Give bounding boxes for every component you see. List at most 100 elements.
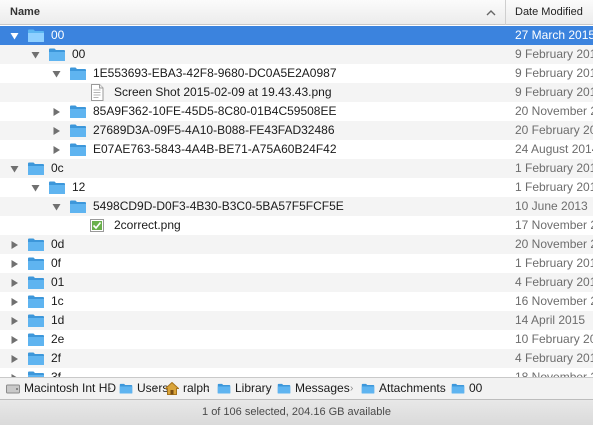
- disclosure-expanded-icon[interactable]: [10, 165, 19, 173]
- file-row[interactable]: Screen Shot 2015-02-09 at 19.43.43.png 9 …: [0, 83, 593, 102]
- date-modified: 24 August 2014: [515, 142, 593, 156]
- disclosure-collapsed-icon[interactable]: [10, 279, 19, 287]
- folder-icon: [28, 314, 44, 327]
- path-crumb[interactable]: Attachments: [379, 378, 446, 399]
- file-name: 0f: [51, 256, 62, 270]
- folder-icon: [28, 257, 44, 270]
- folder-icon: [70, 67, 86, 80]
- folder-row[interactable]: 00 27 March 2015: [0, 26, 593, 45]
- disclosure-collapsed-icon[interactable]: [10, 355, 19, 363]
- folder-row[interactable]: 85A9F362-10FE-45D5-8C80-01B4C59508EE 20 N…: [0, 102, 593, 121]
- hard-drive-icon: [6, 384, 20, 394]
- path-crumb[interactable]: 00: [469, 378, 482, 399]
- date-modified: 17 November 2014: [515, 218, 593, 232]
- file-name: 12: [72, 180, 86, 194]
- file-name: 00: [51, 28, 65, 42]
- disclosure-collapsed-icon[interactable]: [10, 317, 19, 325]
- folder-icon: [28, 295, 44, 308]
- disclosure-expanded-icon[interactable]: [31, 51, 40, 59]
- status-text: 1 of 106 selected, 204.16 GB available: [202, 406, 391, 418]
- disclosure-collapsed-icon[interactable]: [10, 260, 19, 268]
- folder-row[interactable]: 1d 14 April 2015: [0, 311, 593, 330]
- folder-icon: [28, 238, 44, 251]
- file-list: 0027 March 2015009 February 20151E553693…: [0, 26, 593, 381]
- folder-icon: [451, 383, 465, 394]
- folder-row[interactable]: 27689D3A-09F5-4A10-B088-FE43FAD32486 20 F…: [0, 121, 593, 140]
- sort-chevron-icon[interactable]: [486, 9, 496, 17]
- folder-row[interactable]: 0c 1 February 2015: [0, 159, 593, 178]
- path-separator-icon: ›: [154, 383, 158, 394]
- disclosure-expanded-icon[interactable]: [52, 203, 61, 211]
- date-modified: 9 February 2015: [515, 47, 593, 61]
- folder-row[interactable]: 12 1 February 2015: [0, 178, 593, 197]
- disclosure-collapsed-icon[interactable]: [10, 241, 19, 249]
- file-name: 1c: [51, 294, 64, 308]
- folder-row[interactable]: 0d 20 November 2014: [0, 235, 593, 254]
- path-crumb[interactable]: Users: [137, 378, 168, 399]
- folder-row[interactable]: 1E553693-EBA3-42F8-9680-DC0A5E2A0987 9 Fe…: [0, 64, 593, 83]
- date-modified-column-header[interactable]: Date Modified: [505, 0, 593, 25]
- disclosure-collapsed-icon[interactable]: [10, 298, 19, 306]
- file-name: 1d: [51, 313, 65, 327]
- disclosure-expanded-icon[interactable]: [10, 32, 19, 40]
- path-separator-icon: ›: [350, 383, 354, 394]
- date-modified: 4 February 2015: [515, 275, 593, 289]
- file-name: E07AE763-5843-4A4B-BE71-A75A60B24F42: [93, 142, 337, 156]
- date-modified: 9 February 2015: [515, 66, 593, 80]
- folder-icon: [49, 48, 65, 61]
- path-separator-icon: ›: [440, 383, 444, 394]
- folder-icon: [119, 383, 133, 394]
- file-name: 2e: [51, 332, 65, 346]
- file-name: 0d: [51, 237, 65, 251]
- home-icon: [165, 382, 179, 395]
- folder-icon: [277, 383, 291, 394]
- path-separator-icon: ›: [266, 383, 270, 394]
- folder-icon: [70, 143, 86, 156]
- folder-icon: [28, 162, 44, 175]
- folder-row[interactable]: 0f 1 February 2015: [0, 254, 593, 273]
- folder-icon: [361, 383, 375, 394]
- file-name: 0c: [51, 161, 64, 175]
- file-name: 2f: [51, 351, 62, 365]
- folder-icon: [70, 124, 86, 137]
- file-name: 27689D3A-09F5-4A10-B088-FE43FAD32486: [93, 123, 335, 137]
- date-modified: 4 February 2015: [515, 351, 593, 365]
- folder-row[interactable]: 5498CD9D-D0F3-4B30-B3C0-5BA57F5FCF5E 10 J…: [0, 197, 593, 216]
- disclosure-collapsed-icon[interactable]: [52, 127, 61, 135]
- folder-row[interactable]: E07AE763-5843-4A4B-BE71-A75A60B24F42 24 A…: [0, 140, 593, 159]
- folder-row[interactable]: 01 4 February 2015: [0, 273, 593, 292]
- file-name: 00: [72, 47, 86, 61]
- file-row[interactable]: 2correct.png 17 November 2014: [0, 216, 593, 235]
- date-modified: 14 April 2015: [515, 313, 586, 327]
- disclosure-collapsed-icon[interactable]: [52, 146, 61, 154]
- image-file-icon: [90, 219, 104, 232]
- folder-row[interactable]: 1c 16 November 2014: [0, 292, 593, 311]
- date-modified: 20 February 2015: [515, 123, 593, 137]
- folder-icon: [70, 105, 86, 118]
- path-crumb[interactable]: Macintosh Int HD: [24, 378, 116, 399]
- date-modified: 1 February 2015: [515, 180, 593, 194]
- file-name: 85A9F362-10FE-45D5-8C80-01B4C59508EE: [93, 104, 337, 118]
- date-modified: 9 February 2015: [515, 85, 593, 99]
- file-name: 1E553693-EBA3-42F8-9680-DC0A5E2A0987: [93, 66, 337, 80]
- folder-icon: [28, 29, 44, 42]
- folder-row[interactable]: 2f 4 February 2015: [0, 349, 593, 368]
- file-name: 2correct.png: [114, 218, 181, 232]
- file-name: 5498CD9D-D0F3-4B30-B3C0-5BA57F5FCF5E: [93, 199, 344, 213]
- disclosure-collapsed-icon[interactable]: [52, 108, 61, 116]
- path-separator-icon: ›: [108, 383, 112, 394]
- folder-row[interactable]: 2e 10 February 2015: [0, 330, 593, 349]
- path-crumb[interactable]: Messages: [295, 378, 350, 399]
- disclosure-expanded-icon[interactable]: [52, 70, 61, 78]
- disclosure-expanded-icon[interactable]: [31, 184, 40, 192]
- document-icon: [91, 84, 104, 101]
- path-bar: Macintosh Int HD › Users › ralph › Library › Mes…: [0, 377, 593, 399]
- disclosure-collapsed-icon[interactable]: [10, 336, 19, 344]
- status-bar: 1 of 106 selected, 204.16 GB available: [0, 399, 593, 425]
- column-header: Name Date Modified: [0, 0, 593, 25]
- date-modified: 27 March 2015: [515, 28, 593, 42]
- folder-row[interactable]: 00 9 February 2015: [0, 45, 593, 64]
- date-modified: 10 June 2013: [515, 199, 588, 213]
- name-column-header[interactable]: Name: [0, 0, 505, 25]
- date-modified: 16 November 2014: [515, 294, 593, 308]
